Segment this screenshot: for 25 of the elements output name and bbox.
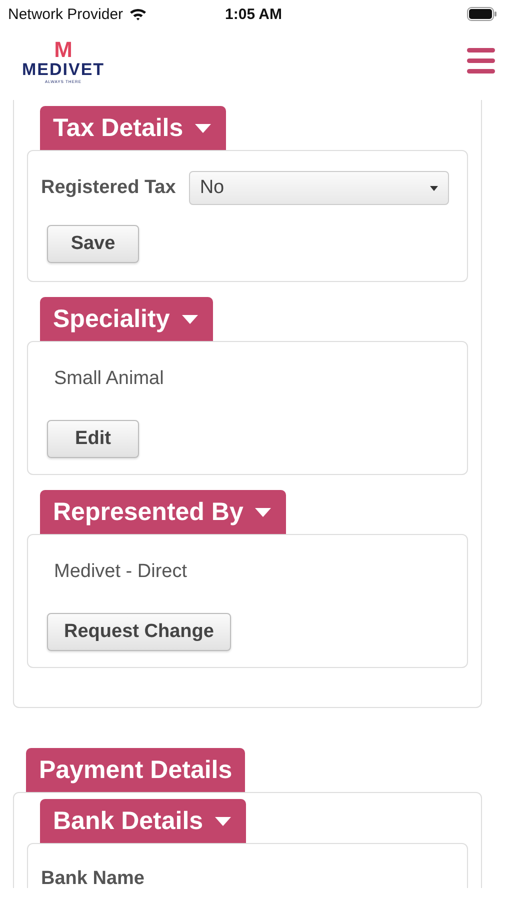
caret-icon (195, 124, 212, 132)
section-tab[interactable]: Tax Details (40, 106, 226, 150)
select-field[interactable]: No (188, 171, 449, 205)
save-button[interactable]: Save (47, 225, 139, 263)
field-value: Small Animal (53, 367, 164, 391)
action-button[interactable]: Request Change (47, 613, 231, 651)
section-tab[interactable]: Represented By (40, 490, 286, 534)
section-tab[interactable]: Speciality (40, 297, 213, 341)
action-button[interactable]: Edit (47, 420, 139, 458)
field-label: Bank Name (41, 867, 144, 888)
battery-icon (467, 7, 497, 21)
caret-icon (255, 508, 272, 516)
wifi-icon (129, 7, 148, 21)
caret-icon (182, 314, 198, 324)
caret-icon (215, 816, 232, 826)
dropdown-arrow-icon (430, 186, 438, 190)
status-time: 1:05 AM (225, 6, 282, 22)
field-value: Medivet - Direct (53, 560, 188, 584)
section-tab[interactable]: Payment Details (26, 748, 246, 792)
carrier-name: Network Provider (8, 6, 124, 22)
logo-mark: M (54, 38, 72, 60)
menu-icon[interactable] (467, 48, 495, 74)
logo-name: MEDIVET (22, 60, 105, 78)
field-label: Registered Tax (41, 177, 176, 199)
section-tab[interactable]: Bank Details (40, 799, 246, 843)
